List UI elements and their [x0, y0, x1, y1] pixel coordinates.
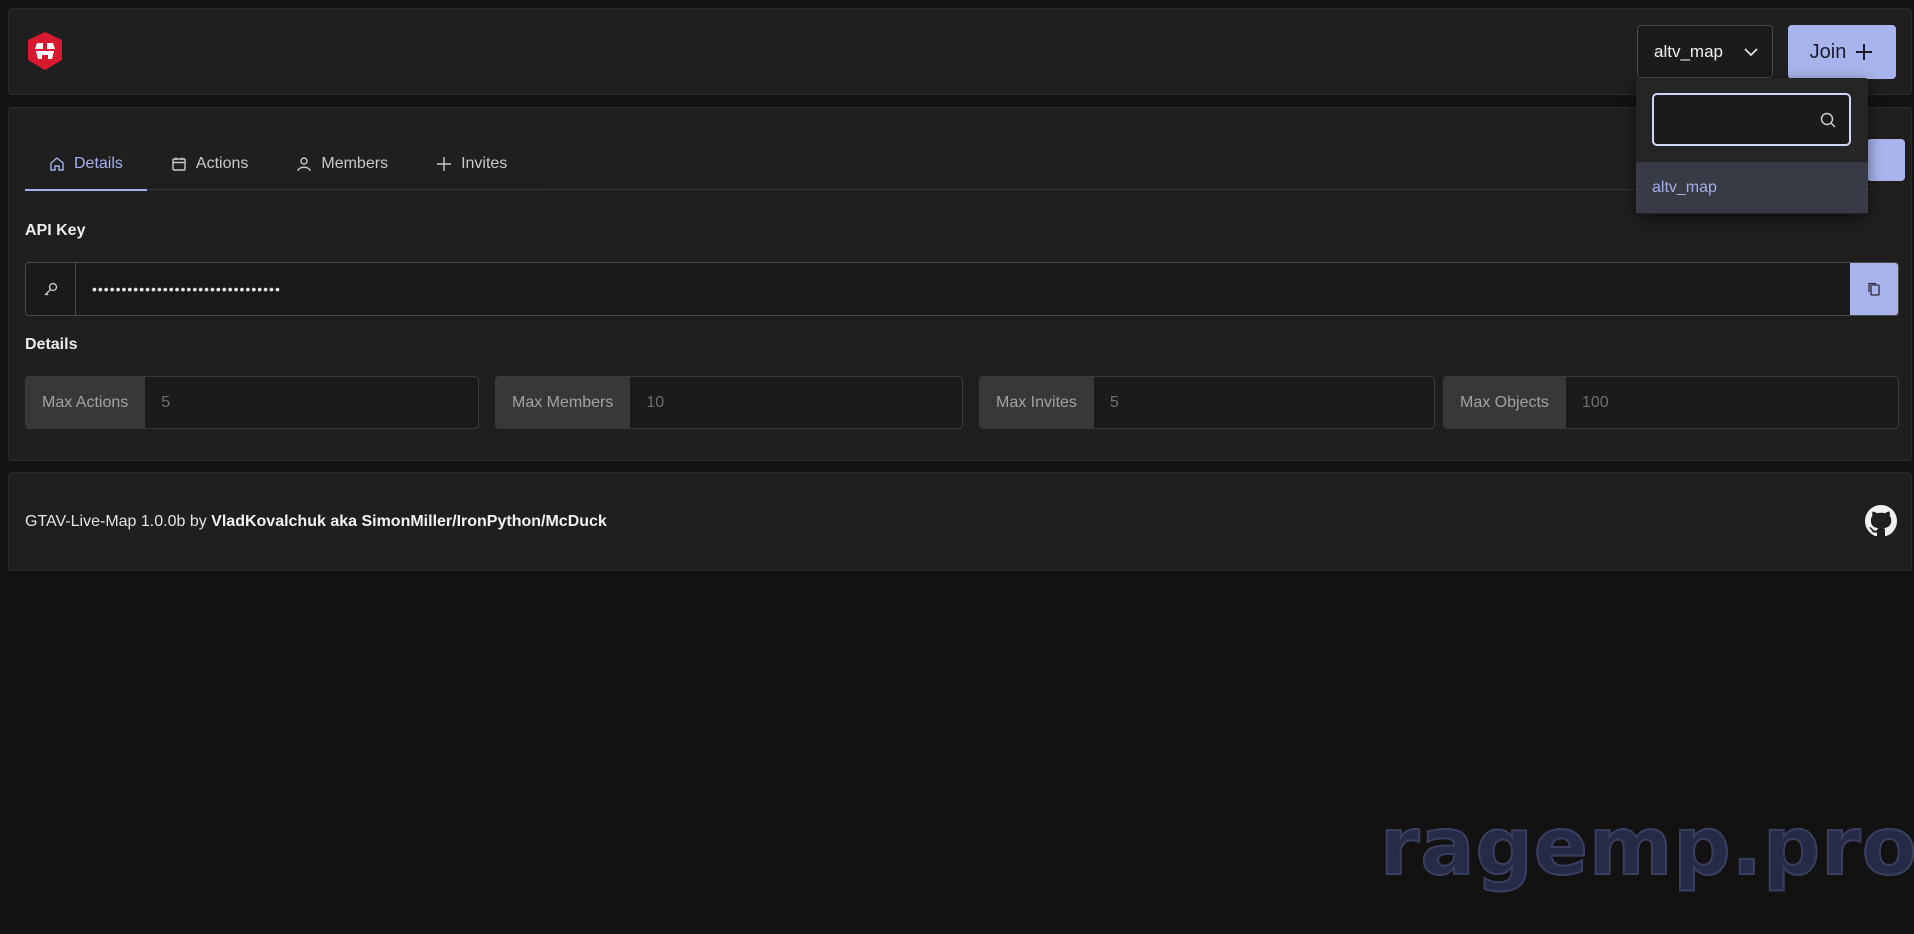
home-icon	[50, 157, 64, 171]
stat-label: Max Members	[496, 377, 631, 428]
author-name: VladKovalchuk aka SimonMiller/IronPython…	[211, 513, 607, 530]
tab-label: Invites	[461, 155, 508, 172]
user-icon	[297, 157, 312, 172]
by-text: by	[185, 513, 212, 530]
copy-button[interactable]	[1850, 263, 1898, 315]
join-label: Join	[1809, 40, 1847, 63]
header-bar: altv_map Join	[8, 8, 1912, 95]
footer-credit: GTAV-Live-Map 1.0.0b by VladKovalchuk ak…	[25, 513, 607, 531]
stat-max-invites: Max Invites 5	[979, 376, 1435, 429]
github-icon[interactable]	[1865, 505, 1897, 537]
plus-icon	[437, 157, 452, 171]
plus-icon	[1856, 44, 1873, 60]
main-panel: Details Actions Members Invites API Key	[8, 107, 1912, 461]
tab-label: Actions	[195, 155, 249, 172]
server-select-value: altv_map	[1654, 41, 1723, 61]
stat-max-actions: Max Actions 5	[25, 376, 479, 429]
join-button[interactable]: Join	[1788, 25, 1896, 79]
api-key-field	[25, 262, 1899, 316]
dropdown-option[interactable]: altv_map	[1636, 162, 1868, 213]
tab-details[interactable]: Details	[25, 138, 147, 191]
dropdown-search	[1652, 93, 1851, 146]
chevron-down-icon	[1744, 48, 1758, 57]
server-dropdown: altv_map	[1636, 78, 1868, 214]
stat-value: 5	[161, 393, 171, 411]
search-icon	[1820, 112, 1836, 128]
tab-bar: Details Actions Members Invites	[25, 138, 551, 191]
calendar-icon	[172, 157, 186, 171]
footer: GTAV-Live-Map 1.0.0b by VladKovalchuk ak…	[8, 472, 1912, 571]
watermark: ragemp.pro	[1379, 799, 1914, 894]
stat-label: Max Objects	[1444, 377, 1566, 428]
tab-invites[interactable]: Invites	[412, 138, 531, 190]
stat-label: Max Actions	[26, 377, 146, 428]
tab-members[interactable]: Members	[272, 138, 412, 190]
stat-value: 100	[1581, 393, 1609, 411]
dropdown-search-input[interactable]	[1654, 95, 1814, 144]
stat-value: 10	[646, 393, 665, 411]
stat-max-members: Max Members 10	[495, 376, 963, 429]
server-select[interactable]: altv_map	[1637, 25, 1773, 78]
api-key-input[interactable]	[76, 263, 1850, 315]
copy-icon	[1868, 282, 1880, 296]
key-addon	[26, 263, 76, 315]
stat-label: Max Invites	[980, 377, 1094, 428]
logo-icon	[28, 32, 62, 70]
stat-value: 5	[1109, 393, 1119, 411]
tab-label: Members	[321, 155, 389, 172]
details-title: Details	[25, 336, 78, 353]
tab-label: Details	[74, 155, 123, 172]
stat-max-objects: Max Objects 100	[1443, 376, 1899, 429]
tab-actions[interactable]: Actions	[147, 138, 272, 190]
side-action-button[interactable]	[1867, 139, 1905, 181]
app-version: GTAV-Live-Map 1.0.0b	[25, 513, 186, 530]
api-key-title: API Key	[25, 222, 86, 239]
key-icon	[44, 282, 57, 296]
